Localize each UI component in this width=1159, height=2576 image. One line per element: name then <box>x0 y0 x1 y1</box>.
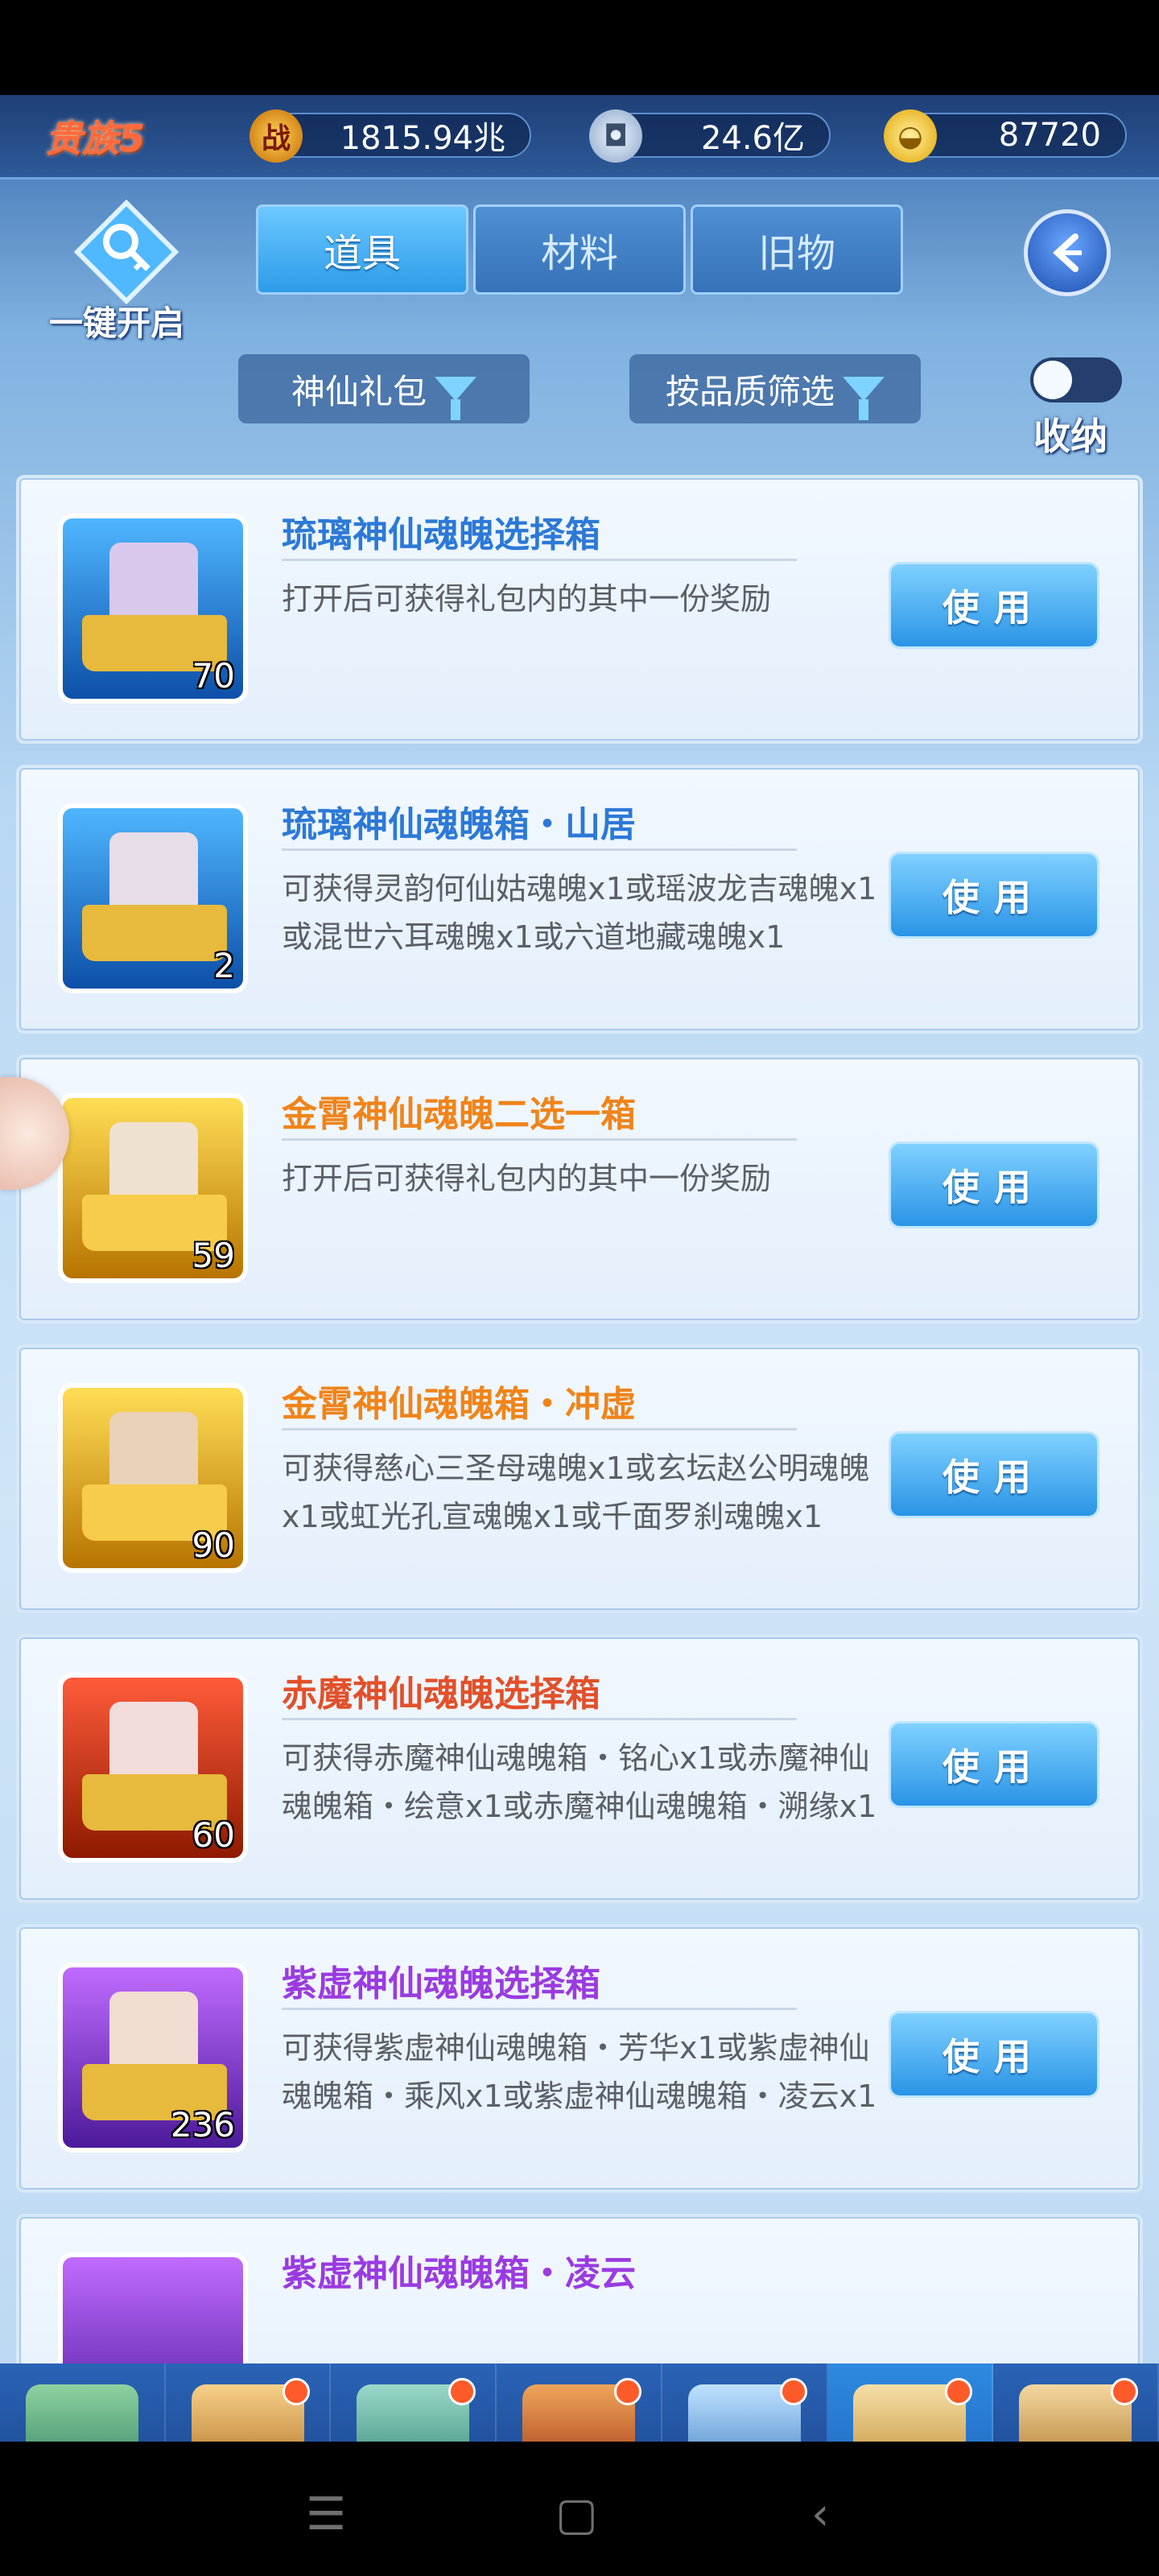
nav-home[interactable]: 首页 <box>0 2363 166 2442</box>
notification-dot <box>1111 2378 1139 2405</box>
nav-battle[interactable]: 斗法 <box>662 2363 828 2442</box>
use-button[interactable]: 使用 <box>889 562 1099 649</box>
item-list: 70 琉璃神仙魂魄选择箱 打开后可获得礼包内的其中一份奖励 使用 2 琉璃神仙魂… <box>16 475 1143 2442</box>
item-thumbnail[interactable]: 70 <box>58 514 248 704</box>
gift-filter-button[interactable]: 神仙礼包 <box>238 354 530 423</box>
use-button[interactable]: 使用 <box>889 852 1099 939</box>
gold-value: 87720 <box>998 117 1101 154</box>
bottom-navigation: 首页 阵容 历练 副本 斗法 背包 寻仙 <box>0 2363 1159 2442</box>
item-count: 60 <box>192 1815 235 1855</box>
back-button[interactable] <box>1024 209 1111 296</box>
divider <box>282 559 797 561</box>
power-display: 战 1815.94兆 <box>250 109 531 163</box>
item-thumbnail[interactable]: 60 <box>58 1673 248 1863</box>
tab-materials[interactable]: 材料 <box>473 204 686 295</box>
list-item: 59 金霄神仙魂魄二选一箱 打开后可获得礼包内的其中一份奖励 使用 <box>16 1055 1143 1323</box>
item-description: 可获得赤魔神仙魂魄箱・铭心x1或赤魔神仙魂魄箱・绘意x1或赤魔神仙魂魄箱・溯缘x… <box>282 1740 877 1824</box>
item-thumbnail[interactable]: 90 <box>58 1383 248 1573</box>
item-title: 琉璃神仙魂魄箱・山居 <box>282 804 636 845</box>
item-title: 紫虚神仙魂魄选择箱 <box>282 1963 600 2004</box>
gift-filter-label: 神仙礼包 <box>291 371 427 411</box>
divider <box>282 1718 797 1720</box>
quality-filter-label: 按品质筛选 <box>665 371 835 411</box>
home-square-icon[interactable]: ▢ <box>555 2488 598 2541</box>
item-description: 打开后可获得礼包内的其中一份奖励 <box>282 1161 772 1196</box>
item-title: 金霄神仙魂魄二选一箱 <box>282 1094 636 1135</box>
notification-dot <box>613 2378 641 2405</box>
filter-icon <box>435 377 476 420</box>
nav-seek[interactable]: 寻仙 <box>993 2363 1159 2442</box>
item-thumbnail[interactable]: 59 <box>58 1093 248 1283</box>
home-icon <box>25 2384 138 2442</box>
notification-dot <box>283 2378 311 2405</box>
item-description: 可获得灵韵何仙姑魂魄x1或瑶波龙吉魂魄x1或混世六耳魂魄x1或六道地藏魂魄x1 <box>282 871 877 955</box>
open-all-label: 一键开启 <box>48 303 184 343</box>
nav-dungeon[interactable]: 副本 <box>497 2363 662 2442</box>
item-title: 琉璃神仙魂魄选择箱 <box>282 514 600 555</box>
item-title: 金霄神仙魂魄箱・冲虚 <box>282 1384 636 1425</box>
quality-filter-button[interactable]: 按品质筛选 <box>629 354 921 423</box>
divider <box>282 848 797 851</box>
use-button[interactable]: 使用 <box>889 2011 1099 2098</box>
list-item: 2 琉璃神仙魂魄箱・山居 可获得灵韵何仙姑魂魄x1或瑶波龙吉魂魄x1或混世六耳魂… <box>16 765 1143 1034</box>
battle-power-icon: 战 <box>250 109 303 163</box>
divider <box>282 1428 797 1430</box>
toggle-knob <box>1033 361 1072 399</box>
key-icon <box>74 200 179 304</box>
collapse-toggle[interactable] <box>1030 357 1122 402</box>
use-button[interactable]: 使用 <box>889 1141 1099 1228</box>
resource-bar: 贵族5 战 1815.94兆 ◘ 24.6亿 ◒ 87720 <box>0 95 1159 180</box>
item-thumbnail[interactable]: 2 <box>58 803 248 993</box>
item-count: 90 <box>192 1525 235 1565</box>
silver-coin-icon: ◘ <box>589 109 642 163</box>
tab-relics[interactable]: 旧物 <box>691 204 903 295</box>
list-item: 236 紫虚神仙魂魄选择箱 可获得紫虚神仙魂魄箱・芳华x1或紫虚神仙魂魄箱・乘风… <box>16 1924 1143 2193</box>
coin-value: 24.6亿 <box>700 120 805 157</box>
noble-rank[interactable]: 贵族5 <box>45 109 145 163</box>
list-item: 90 金霄神仙魂魄箱・冲虚 可获得慈心三圣母魂魄x1或玄坛赵公明魂魄x1或虹光孔… <box>16 1344 1143 1613</box>
divider <box>282 1138 797 1141</box>
app-screen: 贵族5 战 1815.94兆 ◘ 24.6亿 ◒ 87720 一键开启 道具 材… <box>0 95 1159 2442</box>
open-all-button[interactable]: 一键开启 <box>32 200 201 353</box>
menu-icon[interactable]: ☰ <box>306 2488 346 2541</box>
item-description: 可获得紫虚神仙魂魄箱・芳华x1或紫虚神仙魂魄箱・乘风x1或紫虚神仙魂魄箱・凌云x… <box>282 2030 877 2114</box>
coin-display: ◘ 24.6亿 <box>589 109 831 163</box>
notification-dot <box>779 2378 807 2405</box>
filter-icon <box>843 377 885 420</box>
power-value: 1815.94兆 <box>340 120 505 157</box>
item-count: 70 <box>192 656 235 696</box>
gold-ingot-icon: ◒ <box>884 109 937 163</box>
nav-bag[interactable]: 背包 <box>827 2363 994 2442</box>
back-icon[interactable]: ‹ <box>811 2488 829 2541</box>
status-bar <box>0 0 1159 95</box>
tab-props[interactable]: 道具 <box>256 204 468 295</box>
chest-icon <box>82 905 227 961</box>
item-count: 2 <box>213 946 235 985</box>
collapse-label: 收纳 <box>1033 415 1107 458</box>
list-item: 70 琉璃神仙魂魄选择箱 打开后可获得礼包内的其中一份奖励 使用 <box>16 475 1143 744</box>
notification-dot <box>448 2378 476 2405</box>
item-title: 紫虚神仙魂魄箱・凌云 <box>282 2253 636 2294</box>
notification-dot <box>945 2378 973 2405</box>
gold-display: ◒ 87720 <box>884 109 1127 163</box>
divider <box>282 2008 797 2010</box>
nav-lineup[interactable]: 阵容 <box>166 2363 332 2442</box>
nav-training[interactable]: 历练 <box>331 2363 497 2442</box>
item-description: 打开后可获得礼包内的其中一份奖励 <box>282 581 772 617</box>
chevron-left-icon <box>1053 233 1082 272</box>
list-item: 60 赤魔神仙魂魄选择箱 可获得赤魔神仙魂魄箱・铭心x1或赤魔神仙魂魄箱・绘意x… <box>16 1634 1143 1903</box>
category-tabs: 道具 材料 旧物 <box>256 204 903 295</box>
item-count: 59 <box>192 1236 235 1275</box>
item-description: 可获得慈心三圣母魂魄x1或玄坛赵公明魂魄x1或虹光孔宣魂魄x1或千面罗刹魂魄x1 <box>282 1451 870 1534</box>
item-count: 236 <box>170 2105 235 2145</box>
system-navigation-bar: ☰ ▢ ‹ <box>0 2442 1159 2576</box>
use-button[interactable]: 使用 <box>889 1721 1099 1808</box>
item-title: 赤魔神仙魂魄选择箱 <box>282 1674 600 1715</box>
item-thumbnail[interactable]: 236 <box>58 1963 248 2153</box>
use-button[interactable]: 使用 <box>889 1431 1099 1518</box>
